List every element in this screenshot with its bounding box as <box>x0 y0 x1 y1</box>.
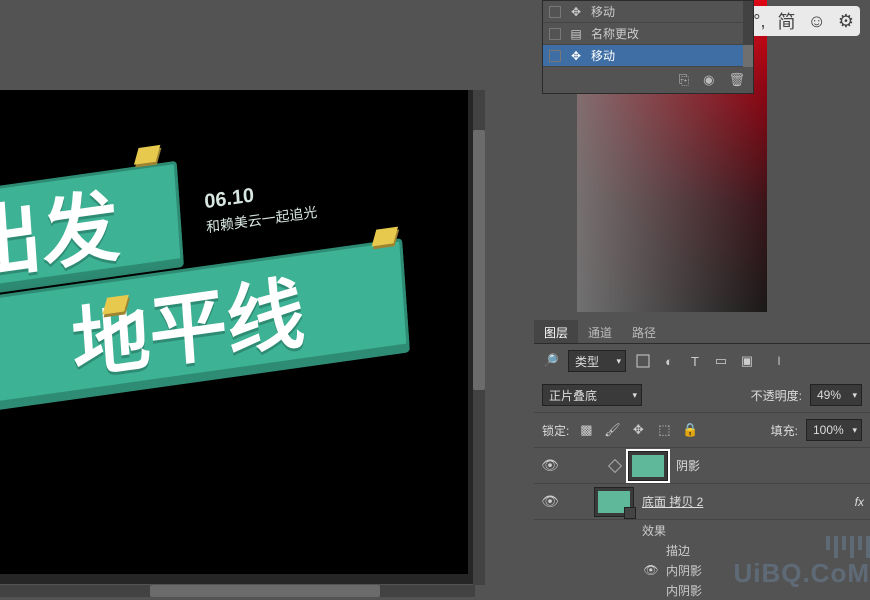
effect-label: 描边 <box>666 542 690 559</box>
effect-visibility-toggle[interactable]: 👁 <box>642 563 660 577</box>
history-checkbox[interactable] <box>549 6 561 18</box>
blend-opacity-row: 正片叠底 ▾ 不透明度: 49% ▾ <box>534 378 870 412</box>
artwork-3d-text: 06.10 和赖美云一起追光 出发 地平线 <box>0 174 457 246</box>
tab-layers[interactable]: 图层 <box>534 320 578 343</box>
ime-emoji-icon[interactable]: ☺ <box>807 11 825 32</box>
create-snapshot-icon[interactable]: ◉ <box>703 72 714 88</box>
layer-filter-row: 🔎 类型 ▾ ◐ T ▭ ▣ ⏽ <box>534 344 870 378</box>
effect-label: 内阴影 <box>666 562 702 579</box>
scrollbar-thumb[interactable] <box>473 130 485 390</box>
canvas-background: 06.10 和赖美云一起追光 出发 地平线 <box>0 90 474 584</box>
scrollbar-thumb[interactable] <box>150 585 380 597</box>
layer-visibility-toggle[interactable]: 👁 <box>538 457 562 474</box>
chevron-down-icon: ▾ <box>616 356 621 367</box>
history-item[interactable]: ✥ 移动 <box>543 1 753 23</box>
delete-icon[interactable]: 🗑 <box>728 72 745 88</box>
history-item-label: 移动 <box>591 3 615 20</box>
layers-list: 👁 阴影 👁 底面 拷贝 2 fx 效果 描边 👁 内阴影 内阴影 <box>534 448 870 600</box>
history-panel: ✥ 移动 ▤ 名称更改 ✥ 移动 ⎘ ◉ 🗑 <box>542 0 754 94</box>
history-item-label: 移动 <box>591 47 615 64</box>
history-checkbox[interactable] <box>549 50 561 62</box>
chevron-down-icon: ▾ <box>632 390 637 401</box>
layer-visibility-toggle[interactable]: 👁 <box>538 493 562 510</box>
layer-thumbnail[interactable] <box>594 487 634 517</box>
panel-tabs: 图层 通道 路径 <box>534 320 870 344</box>
lock-all-icon[interactable]: 🔒 <box>681 421 699 439</box>
chevron-down-icon: ▾ <box>852 425 857 436</box>
document-icon: ▤ <box>569 27 583 41</box>
lock-artboard-icon[interactable]: ⬚ <box>655 421 673 439</box>
artwork-date: 06.10 <box>204 184 255 214</box>
opacity-value: 49% <box>817 388 841 402</box>
filter-smartobject-icon[interactable]: ▣ <box>738 352 756 370</box>
tab-channels[interactable]: 通道 <box>578 320 622 343</box>
canvas-area: 06.10 和赖美云一起追光 出发 地平线 <box>0 0 485 600</box>
filter-type-icon[interactable]: T <box>686 352 704 370</box>
layer-effect-item[interactable]: 👁 内阴影 <box>534 560 870 580</box>
ime-punct-button[interactable]: °, <box>753 11 765 32</box>
artwork-cube-icon <box>134 145 160 165</box>
opacity-label: 不透明度: <box>751 387 802 404</box>
layer-name[interactable]: 底面 拷贝 2 <box>642 493 855 510</box>
history-item-label: 名称更改 <box>591 25 639 42</box>
history-checkbox[interactable] <box>549 28 561 40</box>
chevron-down-icon: ▾ <box>852 390 857 401</box>
tab-paths[interactable]: 路径 <box>622 320 666 343</box>
lock-position-icon[interactable]: ✥ <box>629 421 647 439</box>
ime-simplified-button[interactable]: 简 <box>777 8 795 34</box>
fill-value: 100% <box>813 423 844 437</box>
move-icon: ✥ <box>569 49 583 63</box>
search-icon[interactable]: 🔎 <box>542 352 560 370</box>
canvas-horizontal-scrollbar[interactable] <box>0 585 475 597</box>
link-icon[interactable] <box>608 458 622 472</box>
opacity-input[interactable]: 49% ▾ <box>810 384 862 406</box>
scrollbar-thumb[interactable] <box>743 45 753 67</box>
lock-label: 锁定: <box>542 422 569 439</box>
lock-fill-row: 锁定: ▩ 🖌 ✥ ⬚ 🔒 填充: 100% ▾ <box>534 412 870 448</box>
filter-type-label: 类型 <box>575 353 599 370</box>
layer-row[interactable]: 👁 阴影 <box>534 448 870 484</box>
move-icon: ✥ <box>569 5 583 19</box>
fill-input[interactable]: 100% ▾ <box>806 419 862 441</box>
document-canvas[interactable]: 06.10 和赖美云一起追光 出发 地平线 <box>0 90 468 574</box>
history-scrollbar[interactable] <box>743 1 753 67</box>
filter-adjustment-icon[interactable]: ◐ <box>660 352 678 370</box>
filter-toggle-switch[interactable]: ⏽ <box>770 352 788 370</box>
filter-pixel-icon[interactable] <box>634 352 652 370</box>
ime-settings-icon[interactable]: ⚙ <box>838 11 854 32</box>
blend-mode-select[interactable]: 正片叠底 ▾ <box>542 384 642 406</box>
lock-transparency-icon[interactable]: ▩ <box>577 421 595 439</box>
smartobject-badge-icon <box>624 507 636 519</box>
fill-label: 填充: <box>771 422 798 439</box>
layer-effects-header[interactable]: 效果 <box>534 520 870 540</box>
layer-row[interactable]: 👁 底面 拷贝 2 fx <box>534 484 870 520</box>
layer-fx-indicator[interactable]: fx <box>855 495 870 509</box>
layers-panel: 图层 通道 路径 🔎 类型 ▾ ◐ T ▭ ▣ ⏽ 正片叠底 ▾ 不透明度: 49%… <box>534 320 870 600</box>
layer-name[interactable]: 阴影 <box>676 457 870 474</box>
new-document-from-state-icon[interactable]: ⎘ <box>679 72 689 88</box>
effect-label: 内阴影 <box>666 582 702 599</box>
history-toolbar: ⎘ ◉ 🗑 <box>543 67 753 93</box>
layer-thumbnail[interactable] <box>628 451 668 481</box>
history-item[interactable]: ✥ 移动 <box>543 45 753 67</box>
canvas-vertical-scrollbar[interactable] <box>473 90 485 585</box>
history-item[interactable]: ▤ 名称更改 <box>543 23 753 45</box>
effects-label: 效果 <box>642 522 666 539</box>
layer-effect-item[interactable]: 内阴影 <box>534 580 870 600</box>
lock-image-icon[interactable]: 🖌 <box>603 421 621 439</box>
filter-shape-icon[interactable]: ▭ <box>712 352 730 370</box>
filter-type-select[interactable]: 类型 ▾ <box>568 350 626 372</box>
layer-effect-item[interactable]: 描边 <box>534 540 870 560</box>
blend-mode-value: 正片叠底 <box>549 387 597 404</box>
